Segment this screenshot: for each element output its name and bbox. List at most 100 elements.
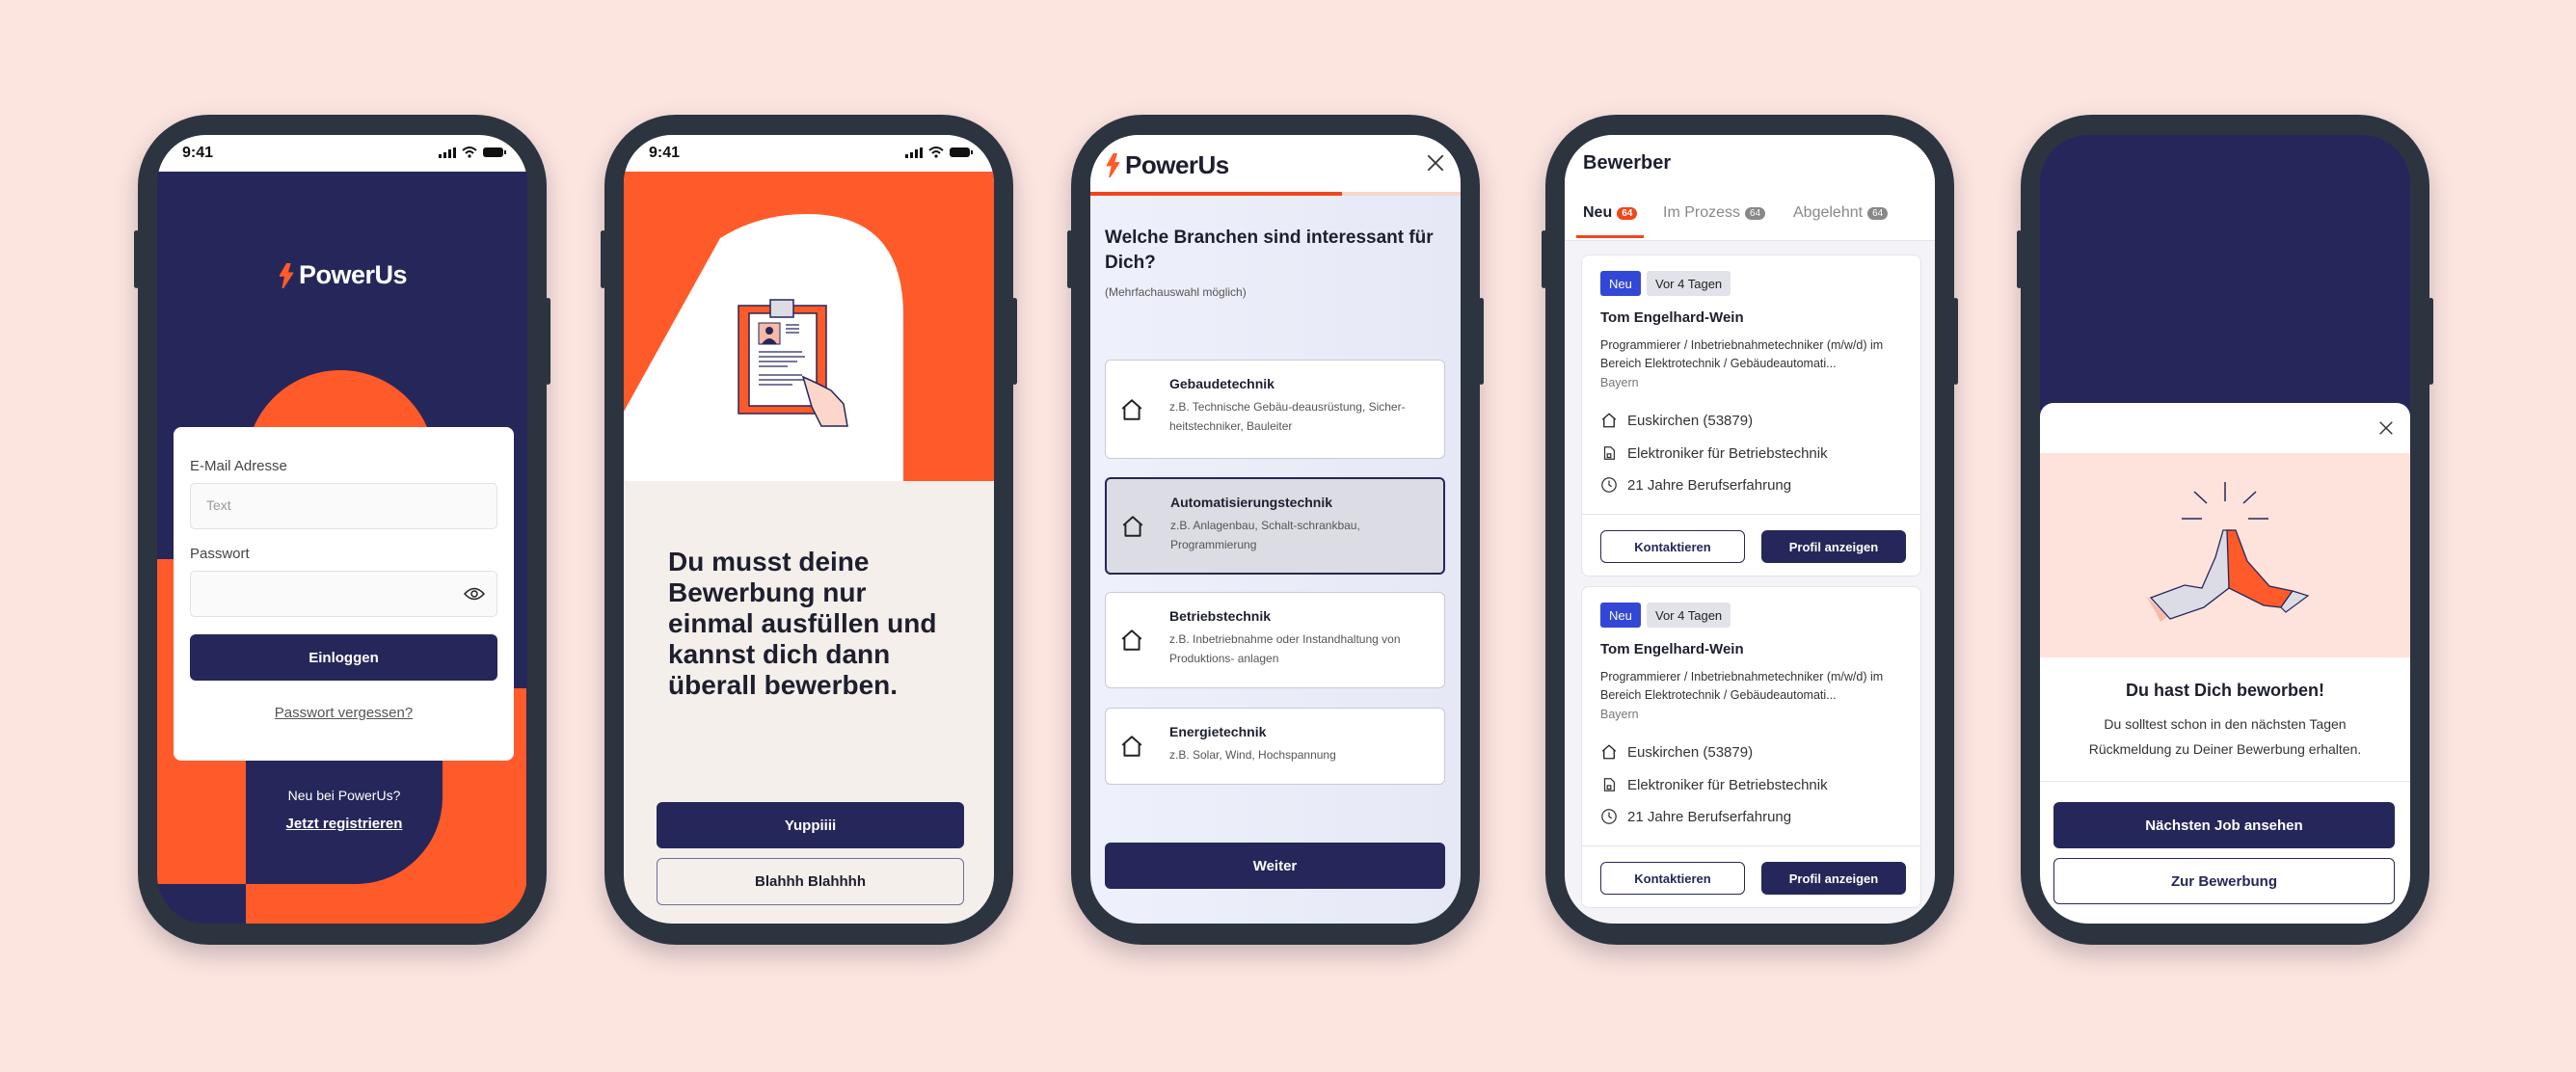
status-time: 9:41 (182, 145, 214, 161)
progress-fill (1090, 192, 1343, 196)
applicant-region: Bayern (1600, 708, 1639, 721)
tab-label: Abgelehnt (1793, 204, 1864, 221)
qualification-row: Elektroniker für Betriebstechnik (1600, 444, 1828, 462)
status-icons (905, 147, 973, 158)
house-icon (1600, 412, 1618, 429)
signal-icon (905, 147, 923, 158)
yuppiiii-button[interactable]: Yuppiiii (657, 802, 964, 848)
login-screen: 9:41 PowerUs E-Mail Adresse Text Passwor… (157, 135, 527, 924)
brand-logo: PowerUs (157, 260, 527, 290)
close-icon[interactable] (2377, 419, 2395, 437)
phone-success: Du hast Dich beworben! Du solltest schon… (2017, 115, 2433, 945)
success-screen: Du hast Dich beworben! Du solltest schon… (2040, 135, 2410, 924)
onboarding-illustration (624, 171, 994, 481)
phone-onboarding: 9:41 Du musst deine Bewerbung nur einmal… (601, 115, 1017, 945)
contact-button[interactable]: Kontaktieren (1600, 862, 1745, 895)
location-text: Euskirchen (53879) (1627, 743, 1754, 761)
status-bar: 9:41 (624, 135, 994, 172)
active-tab-indicator (1576, 235, 1644, 238)
success-body: Du solltest schon in den nächsten Tagen … (2088, 716, 2362, 757)
wifi-icon (928, 147, 944, 158)
tab-count-badge: 64 (1617, 206, 1638, 220)
divider (1582, 845, 1920, 846)
house-icon (1119, 734, 1144, 759)
applicants-header: Bewerber Neu 64 Im Prozess 64 Abgelehnt … (1565, 135, 1935, 241)
password-input[interactable] (190, 571, 497, 617)
location-row: Euskirchen (53879) (1600, 743, 1753, 761)
branch-desc: z.B. Anlagenbau, Schalt-schrankbau, Prog… (1170, 519, 1360, 551)
next-job-button[interactable]: Nächsten Job ansehen (2053, 802, 2395, 848)
view-profile-button[interactable]: Profil anzeigen (1761, 530, 1906, 563)
password-label: Passwort (190, 546, 250, 562)
status-badge: Neu (1600, 603, 1641, 628)
applicant-name: Tom Engelhard-Wein (1600, 309, 1744, 326)
house-icon (1600, 743, 1618, 761)
phone-branches: PowerUs Welche Branchen sind interessant… (1067, 115, 1484, 945)
next-button[interactable]: Weiter (1105, 843, 1445, 889)
tab-abgelehnt[interactable]: Abgelehnt 64 (1793, 204, 1889, 222)
status-bar: 9:41 (157, 135, 527, 172)
location-text: Euskirchen (53879) (1627, 412, 1754, 429)
branches-screen: PowerUs Welche Branchen sind interessant… (1090, 135, 1461, 924)
tab-im-prozess[interactable]: Im Prozess 64 (1663, 204, 1766, 222)
age-badge: Vor 4 Tagen (1647, 271, 1731, 296)
battery-icon (483, 147, 506, 157)
login-card: E-Mail Adresse Text Passwort Einloggen P… (174, 427, 514, 761)
branch-option[interactable]: Energietechnik z.B. Solar, Wind, Hochspa… (1105, 708, 1445, 785)
progress-bar (1090, 192, 1461, 196)
applicants-screen: Bewerber Neu 64 Im Prozess 64 Abgelehnt … (1565, 135, 1935, 924)
brand-name: PowerUs (298, 260, 408, 289)
register-link[interactable]: Jetzt registrieren (246, 816, 443, 832)
tab-label: Neu (1583, 204, 1613, 221)
applicant-name: Tom Engelhard-Wein (1600, 641, 1744, 657)
bolt-icon (278, 263, 295, 288)
document-icon (1600, 776, 1618, 793)
tab-neu[interactable]: Neu 64 (1583, 204, 1638, 222)
branch-title: Gebaudetechnik (1169, 376, 1275, 391)
eye-icon[interactable] (464, 586, 485, 602)
login-button[interactable]: Einloggen (190, 634, 497, 681)
experience-text: 21 Jahre Berufserfahrung (1627, 808, 1792, 825)
success-sheet: Du hast Dich beworben! Du solltest schon… (2040, 403, 2410, 924)
brand-name: PowerUs (1125, 150, 1229, 179)
branch-desc: z.B. Solar, Wind, Hochspannung (1169, 748, 1336, 762)
signal-icon (439, 147, 456, 158)
clock-icon (1600, 476, 1618, 494)
blah-button[interactable]: Blahhh Blahhhh (657, 858, 964, 905)
tab-count-badge: 64 (1867, 206, 1889, 220)
email-input[interactable]: Text (190, 483, 497, 529)
applicant-card: Neu Vor 4 Tagen Tom Engelhard-Wein Progr… (1581, 255, 1921, 576)
view-profile-button[interactable]: Profil anzeigen (1761, 862, 1906, 895)
branch-option[interactable]: Gebaudetechnik z.B. Technische Gebäu-dea… (1105, 360, 1445, 459)
house-icon (1119, 628, 1144, 653)
application-button[interactable]: Zur Bewerbung (2053, 858, 2395, 904)
bolt-icon (1105, 153, 1121, 177)
branch-option[interactable]: Automatisierungstechnik z.B. Anlagenbau,… (1105, 477, 1445, 575)
applicant-card: Neu Vor 4 Tagen Tom Engelhard-Wein Progr… (1581, 586, 1921, 908)
document-icon (1600, 444, 1618, 462)
branch-option[interactable]: Betriebstechnik z.B. Inbetriebnahme oder… (1105, 592, 1445, 688)
status-badge: Neu (1600, 271, 1641, 296)
house-icon (1120, 514, 1145, 539)
close-icon[interactable] (1425, 152, 1446, 174)
branch-desc: z.B. Technische Gebäu-deausrüstung, Sich… (1169, 400, 1406, 433)
branches-title: Welche Branchen sind interessant für Dic… (1105, 228, 1434, 273)
status-time: 9:41 (649, 145, 681, 161)
forgot-password-link[interactable]: Passwort vergessen? (174, 705, 514, 721)
high-five-illustration (2040, 453, 2410, 657)
battery-icon (950, 147, 973, 157)
phone-login: 9:41 PowerUs E-Mail Adresse Text Passwor… (134, 115, 550, 945)
qualification-text: Elektroniker für Betriebstechnik (1627, 444, 1828, 462)
experience-text: 21 Jahre Berufserfahrung (1627, 476, 1792, 494)
branch-title: Energietechnik (1169, 724, 1267, 739)
page-title: Bewerber (1583, 152, 1672, 174)
branches-header: PowerUs (1090, 135, 1461, 193)
age-badge: Vor 4 Tagen (1647, 603, 1731, 628)
status-icons (439, 147, 506, 158)
contact-button[interactable]: Kontaktieren (1600, 530, 1745, 563)
divider (1582, 514, 1920, 515)
branch-desc: z.B. Inbetriebnahme oder Instandhaltung … (1169, 632, 1401, 665)
qualification-row: Elektroniker für Betriebstechnik (1600, 776, 1828, 793)
branch-title: Automatisierungstechnik (1170, 495, 1333, 510)
applicant-job: Programmierer / Inbetriebnahmetechniker … (1600, 338, 1884, 370)
